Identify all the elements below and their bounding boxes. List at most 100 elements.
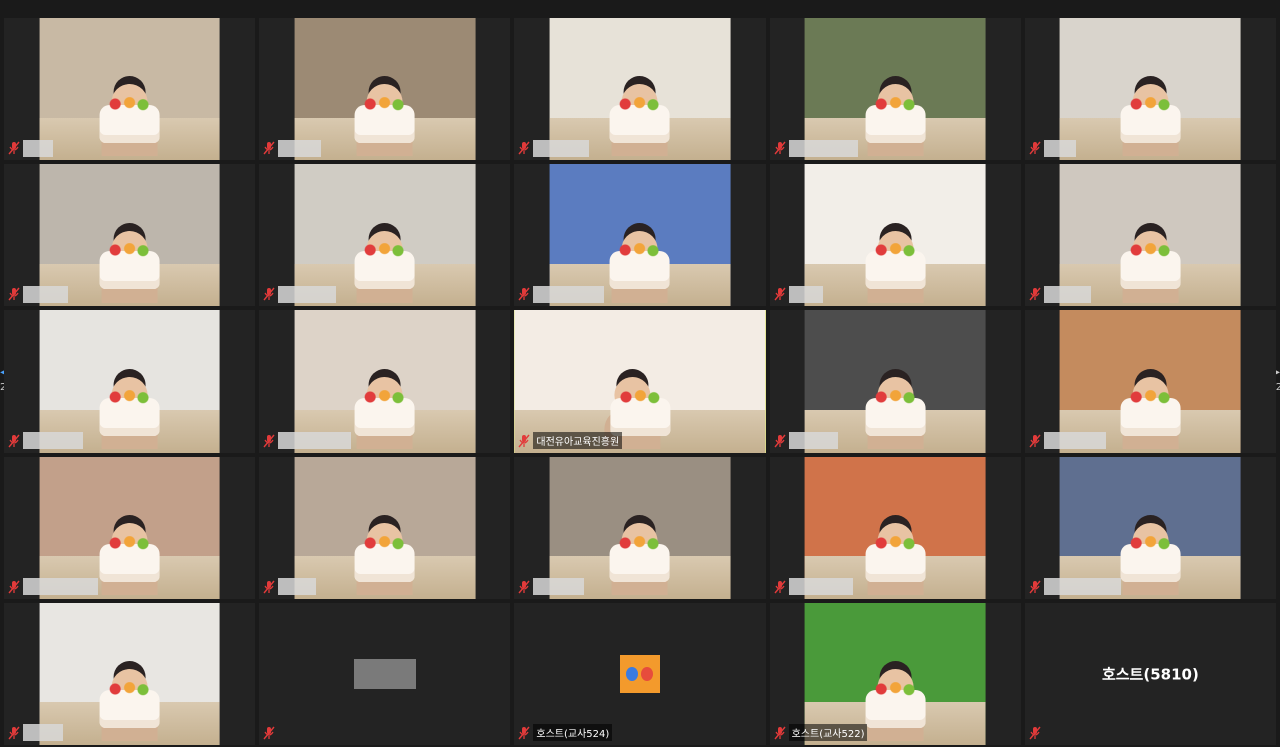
cake <box>354 535 415 582</box>
redacted-name <box>788 432 838 450</box>
redacted-name <box>23 578 98 596</box>
cake <box>1120 243 1181 290</box>
participant-tile[interactable] <box>514 164 766 307</box>
cake <box>1120 389 1181 436</box>
mic-muted-icon <box>518 287 530 301</box>
participant-tile[interactable] <box>1024 18 1276 161</box>
participant-tile[interactable] <box>4 602 256 745</box>
redacted-name <box>23 139 53 157</box>
name-bar <box>774 578 853 596</box>
participant-tile[interactable] <box>769 456 1021 599</box>
mic-muted-icon <box>8 141 20 155</box>
cake <box>1120 535 1181 582</box>
participant-tile[interactable] <box>1024 456 1276 599</box>
name-bar <box>1029 285 1091 303</box>
cake <box>354 243 415 290</box>
participant-tile[interactable] <box>4 310 256 453</box>
cake <box>354 97 415 144</box>
redacted-name <box>1043 432 1106 450</box>
mic-muted-icon <box>774 726 786 740</box>
mic-muted-icon <box>774 434 786 448</box>
name-bar <box>263 724 275 742</box>
cake <box>865 97 926 144</box>
participant-tile[interactable]: 호스트(5810) <box>1024 602 1276 745</box>
participant-video <box>294 18 476 161</box>
name-bar: 호스트(교사524) <box>518 724 613 742</box>
name-bar <box>774 432 838 450</box>
cake <box>99 389 160 436</box>
participant-name: 대전유아교육진흥원 <box>533 432 623 450</box>
redacted-name <box>533 578 585 596</box>
participant-tile[interactable] <box>4 18 256 161</box>
participant-tile[interactable]: 호스트(교사522) <box>769 602 1021 745</box>
mic-muted-icon <box>8 287 20 301</box>
participant-tile[interactable] <box>4 164 256 307</box>
redacted-name <box>788 139 858 157</box>
mic-muted-icon <box>1029 434 1041 448</box>
name-bar: 대전유아교육진흥원 <box>518 432 623 450</box>
redacted-name <box>1043 578 1121 596</box>
name-bar <box>263 139 322 157</box>
participant-tile[interactable] <box>769 164 1021 307</box>
cake <box>865 681 926 728</box>
participant-tile[interactable] <box>1024 310 1276 453</box>
mic-muted-icon <box>263 141 275 155</box>
cake <box>99 681 160 728</box>
mic-muted-icon <box>8 434 20 448</box>
mic-muted-icon <box>263 580 275 594</box>
participant-video <box>1059 18 1241 161</box>
redacted-name <box>278 285 337 303</box>
name-bar <box>1029 578 1121 596</box>
participant-name-center: 호스트(5810) <box>1101 665 1199 684</box>
participant-name: 호스트(교사524) <box>533 724 613 742</box>
name-bar <box>8 139 53 157</box>
mic-muted-icon <box>774 580 786 594</box>
mic-muted-icon <box>1029 580 1041 594</box>
name-bar <box>774 285 823 303</box>
participant-tile[interactable] <box>259 18 511 161</box>
redacted-name <box>533 285 605 303</box>
participant-tile[interactable]: 대전유아교육진흥원 <box>514 310 766 453</box>
redacted-name <box>533 139 590 157</box>
cake <box>354 389 415 436</box>
mic-muted-icon <box>1029 141 1041 155</box>
mic-muted-icon <box>1029 287 1041 301</box>
cake <box>609 389 670 436</box>
participant-tile[interactable] <box>4 456 256 599</box>
redacted-name <box>788 578 853 596</box>
participant-tile[interactable] <box>259 456 511 599</box>
participant-tile[interactable] <box>769 18 1021 161</box>
mic-muted-icon <box>518 434 530 448</box>
redacted-name <box>278 578 317 596</box>
mic-muted-icon <box>263 434 275 448</box>
participant-tile[interactable] <box>1024 164 1276 307</box>
mic-muted-icon <box>774 287 786 301</box>
participant-tile[interactable]: 호스트(교사524) <box>514 602 766 745</box>
name-bar <box>1029 724 1041 742</box>
name-bar <box>518 285 605 303</box>
participant-tile[interactable] <box>514 456 766 599</box>
redacted-name <box>23 285 68 303</box>
name-bar <box>518 578 585 596</box>
mic-muted-icon <box>8 580 20 594</box>
mic-muted-icon <box>518 726 530 740</box>
redacted-name <box>1043 139 1076 157</box>
redacted-name <box>788 285 823 303</box>
name-bar <box>263 578 317 596</box>
redacted-name <box>23 432 83 450</box>
gallery-grid: 대전유아교육진흥원호스트(교사524) 호스트(교사522) 호스트(5810) <box>0 18 1280 745</box>
cake <box>1120 97 1181 144</box>
name-bar <box>8 432 83 450</box>
cake <box>99 243 160 290</box>
participant-tile[interactable] <box>769 310 1021 453</box>
participant-tile[interactable] <box>259 310 511 453</box>
participant-tile[interactable] <box>259 164 511 307</box>
mic-muted-icon <box>1029 726 1041 740</box>
cake <box>609 97 670 144</box>
participant-video <box>39 602 221 745</box>
participant-tile[interactable] <box>259 602 511 745</box>
participant-video <box>39 18 221 161</box>
mic-muted-icon <box>774 141 786 155</box>
cake <box>865 535 926 582</box>
participant-tile[interactable] <box>514 18 766 161</box>
